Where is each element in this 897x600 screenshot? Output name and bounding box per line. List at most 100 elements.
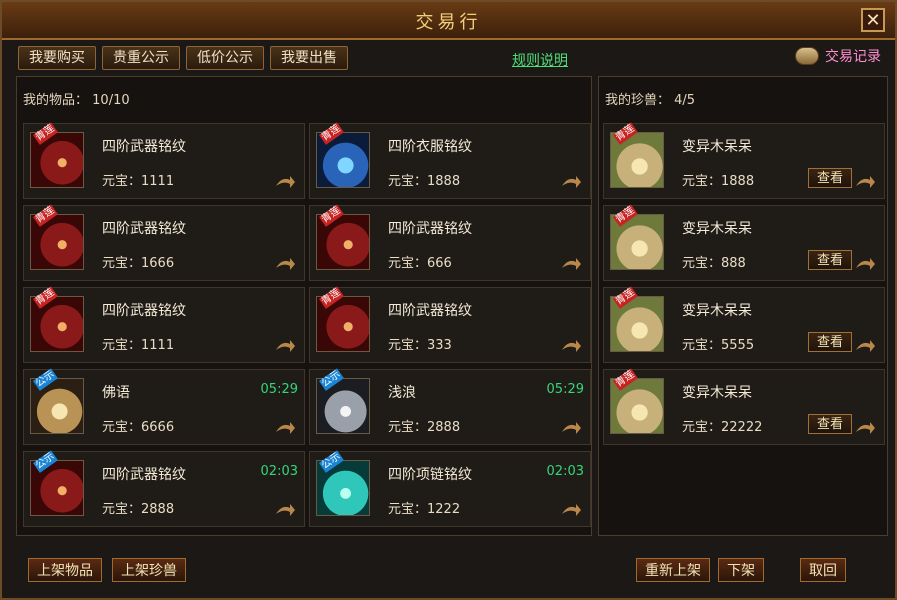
pet-price: 元宝：888 bbox=[682, 256, 746, 271]
item-card[interactable]: 青莲 四阶武器铭纹 元宝：666 bbox=[309, 204, 591, 281]
my-items-panel: 我的物品： 10/10 青莲 四阶武器铭纹 元宝：1111 青莲 四阶衣服铭纹 … bbox=[16, 76, 592, 536]
pet-card[interactable]: 青莲 变异木呆呆 元宝：5555 查看 bbox=[603, 286, 885, 363]
item-badge: 公示 bbox=[33, 450, 58, 473]
list-pet-button[interactable]: 上架珍兽 bbox=[112, 558, 186, 582]
arrow-icon[interactable] bbox=[560, 174, 582, 190]
close-icon: ✕ bbox=[865, 10, 881, 31]
item-price: 元宝：666 bbox=[388, 256, 452, 271]
weapon-inscription-icon: 青莲 bbox=[316, 286, 370, 352]
trade-records-label: 交易记录 bbox=[825, 49, 881, 65]
pet-icon: 青莲 bbox=[610, 286, 664, 352]
window-title: 交易行 bbox=[415, 12, 482, 33]
view-button[interactable]: 查看 bbox=[808, 168, 852, 188]
item-timer: 02:03 bbox=[260, 464, 298, 479]
trade-records[interactable]: 交易记录 bbox=[795, 46, 881, 66]
item-name: 四阶武器铭纹 bbox=[102, 139, 186, 155]
item-card[interactable]: 青莲 四阶武器铭纹 元宝：1666 bbox=[23, 204, 305, 281]
view-button[interactable]: 查看 bbox=[808, 250, 852, 270]
pet-icon: 青莲 bbox=[610, 368, 664, 434]
pet-card[interactable]: 青莲 变异木呆呆 元宝：888 查看 bbox=[603, 204, 885, 281]
arrow-icon[interactable] bbox=[854, 256, 876, 272]
pet-badge: 青莲 bbox=[613, 122, 638, 145]
pet-name: 变异木呆呆 bbox=[682, 385, 752, 401]
pet-name: 变异木呆呆 bbox=[682, 139, 752, 155]
item-price: 元宝：1666 bbox=[102, 256, 175, 271]
weapon-inscription-icon: 青莲 bbox=[30, 122, 84, 188]
item-name: 四阶衣服铭纹 bbox=[388, 139, 472, 155]
my-items-header: 我的物品： 10/10 bbox=[23, 89, 130, 108]
arrow-icon[interactable] bbox=[274, 420, 296, 436]
item-price: 元宝：1888 bbox=[388, 174, 461, 189]
my-pets-panel: 我的珍兽： 4/5 青莲 变异木呆呆 元宝：1888 查看 青莲 变异木呆呆 元… bbox=[598, 76, 888, 536]
list-item-button[interactable]: 上架物品 bbox=[28, 558, 102, 582]
weapon-inscription-icon: 青莲 bbox=[30, 204, 84, 270]
item-card[interactable]: 公示 佛语 05:29 元宝：6666 bbox=[23, 368, 305, 445]
item-name: 浅浪 bbox=[388, 385, 416, 401]
item-card[interactable]: 公示 浅浪 05:29 元宝：2888 bbox=[309, 368, 591, 445]
arrow-icon[interactable] bbox=[560, 420, 582, 436]
arrow-icon[interactable] bbox=[560, 502, 582, 518]
arrow-icon[interactable] bbox=[854, 420, 876, 436]
pet-card[interactable]: 青莲 变异木呆呆 元宝：22222 查看 bbox=[603, 368, 885, 445]
item-name: 四阶项链铭纹 bbox=[388, 467, 472, 483]
bead-string-icon: 公示 bbox=[316, 368, 370, 434]
item-name: 四阶武器铭纹 bbox=[102, 303, 186, 319]
trade-window: 交易行 ✕ 我要购买 贵重公示 低价公示 我要出售 规则说明 交易记录 我的物品… bbox=[0, 0, 897, 600]
pet-price: 元宝：5555 bbox=[682, 338, 755, 353]
tab-bar: 我要购买 贵重公示 低价公示 我要出售 bbox=[18, 46, 348, 70]
tab-sell[interactable]: 我要出售 bbox=[270, 46, 348, 70]
pet-price: 元宝：1888 bbox=[682, 174, 755, 189]
necklace-inscription-icon: 公示 bbox=[316, 450, 370, 516]
item-card[interactable]: 公示 四阶项链铭纹 02:03 元宝：1222 bbox=[309, 450, 591, 527]
pet-badge: 青莲 bbox=[613, 368, 638, 391]
arrow-icon[interactable] bbox=[274, 502, 296, 518]
weapon-inscription-icon: 公示 bbox=[30, 450, 84, 516]
item-badge: 公示 bbox=[33, 368, 58, 391]
item-badge: 公示 bbox=[319, 368, 344, 391]
item-badge: 青莲 bbox=[33, 122, 58, 145]
my-pets-count: 4/5 bbox=[674, 93, 696, 108]
view-button[interactable]: 查看 bbox=[808, 414, 852, 434]
item-name: 四阶武器铭纹 bbox=[102, 467, 186, 483]
item-name: 四阶武器铭纹 bbox=[388, 221, 472, 237]
my-items-count: 10/10 bbox=[92, 93, 130, 108]
item-timer: 05:29 bbox=[546, 382, 584, 397]
tab-buy[interactable]: 我要购买 bbox=[18, 46, 96, 70]
arrow-icon[interactable] bbox=[560, 256, 582, 272]
delist-button[interactable]: 下架 bbox=[718, 558, 764, 582]
view-button[interactable]: 查看 bbox=[808, 332, 852, 352]
item-card[interactable]: 公示 四阶武器铭纹 02:03 元宝：2888 bbox=[23, 450, 305, 527]
item-timer: 05:29 bbox=[260, 382, 298, 397]
tab-valuable-public[interactable]: 贵重公示 bbox=[102, 46, 180, 70]
pet-badge: 青莲 bbox=[613, 204, 638, 227]
my-items-label: 我的物品： bbox=[23, 93, 89, 108]
weapon-inscription-icon: 青莲 bbox=[316, 204, 370, 270]
pet-icon: 青莲 bbox=[610, 204, 664, 270]
arrow-icon[interactable] bbox=[854, 338, 876, 354]
arrow-icon[interactable] bbox=[854, 174, 876, 190]
item-badge: 青莲 bbox=[319, 122, 344, 145]
item-card[interactable]: 青莲 四阶武器铭纹 元宝：1111 bbox=[23, 122, 305, 199]
item-price: 元宝：1222 bbox=[388, 502, 461, 517]
pet-card[interactable]: 青莲 变异木呆呆 元宝：1888 查看 bbox=[603, 122, 885, 199]
arrow-icon[interactable] bbox=[560, 338, 582, 354]
item-card[interactable]: 青莲 四阶武器铭纹 元宝：333 bbox=[309, 286, 591, 363]
tab-lowprice-public[interactable]: 低价公示 bbox=[186, 46, 264, 70]
arrow-icon[interactable] bbox=[274, 256, 296, 272]
item-card[interactable]: 青莲 四阶衣服铭纹 元宝：1888 bbox=[309, 122, 591, 199]
my-pets-header: 我的珍兽： 4/5 bbox=[605, 89, 695, 108]
item-timer: 02:03 bbox=[546, 464, 584, 479]
item-card[interactable]: 青莲 四阶武器铭纹 元宝：1111 bbox=[23, 286, 305, 363]
item-badge: 青莲 bbox=[319, 204, 344, 227]
relist-button[interactable]: 重新上架 bbox=[636, 558, 710, 582]
item-price: 元宝：1111 bbox=[102, 174, 175, 189]
retrieve-button[interactable]: 取回 bbox=[800, 558, 846, 582]
close-button[interactable]: ✕ bbox=[861, 8, 885, 32]
rules-link[interactable]: 规则说明 bbox=[512, 50, 568, 70]
arrow-icon[interactable] bbox=[274, 338, 296, 354]
arrow-icon[interactable] bbox=[274, 174, 296, 190]
scroll-icon bbox=[795, 47, 819, 65]
pet-name: 变异木呆呆 bbox=[682, 303, 752, 319]
sutra-item-icon: 公示 bbox=[30, 368, 84, 434]
pet-icon: 青莲 bbox=[610, 122, 664, 188]
